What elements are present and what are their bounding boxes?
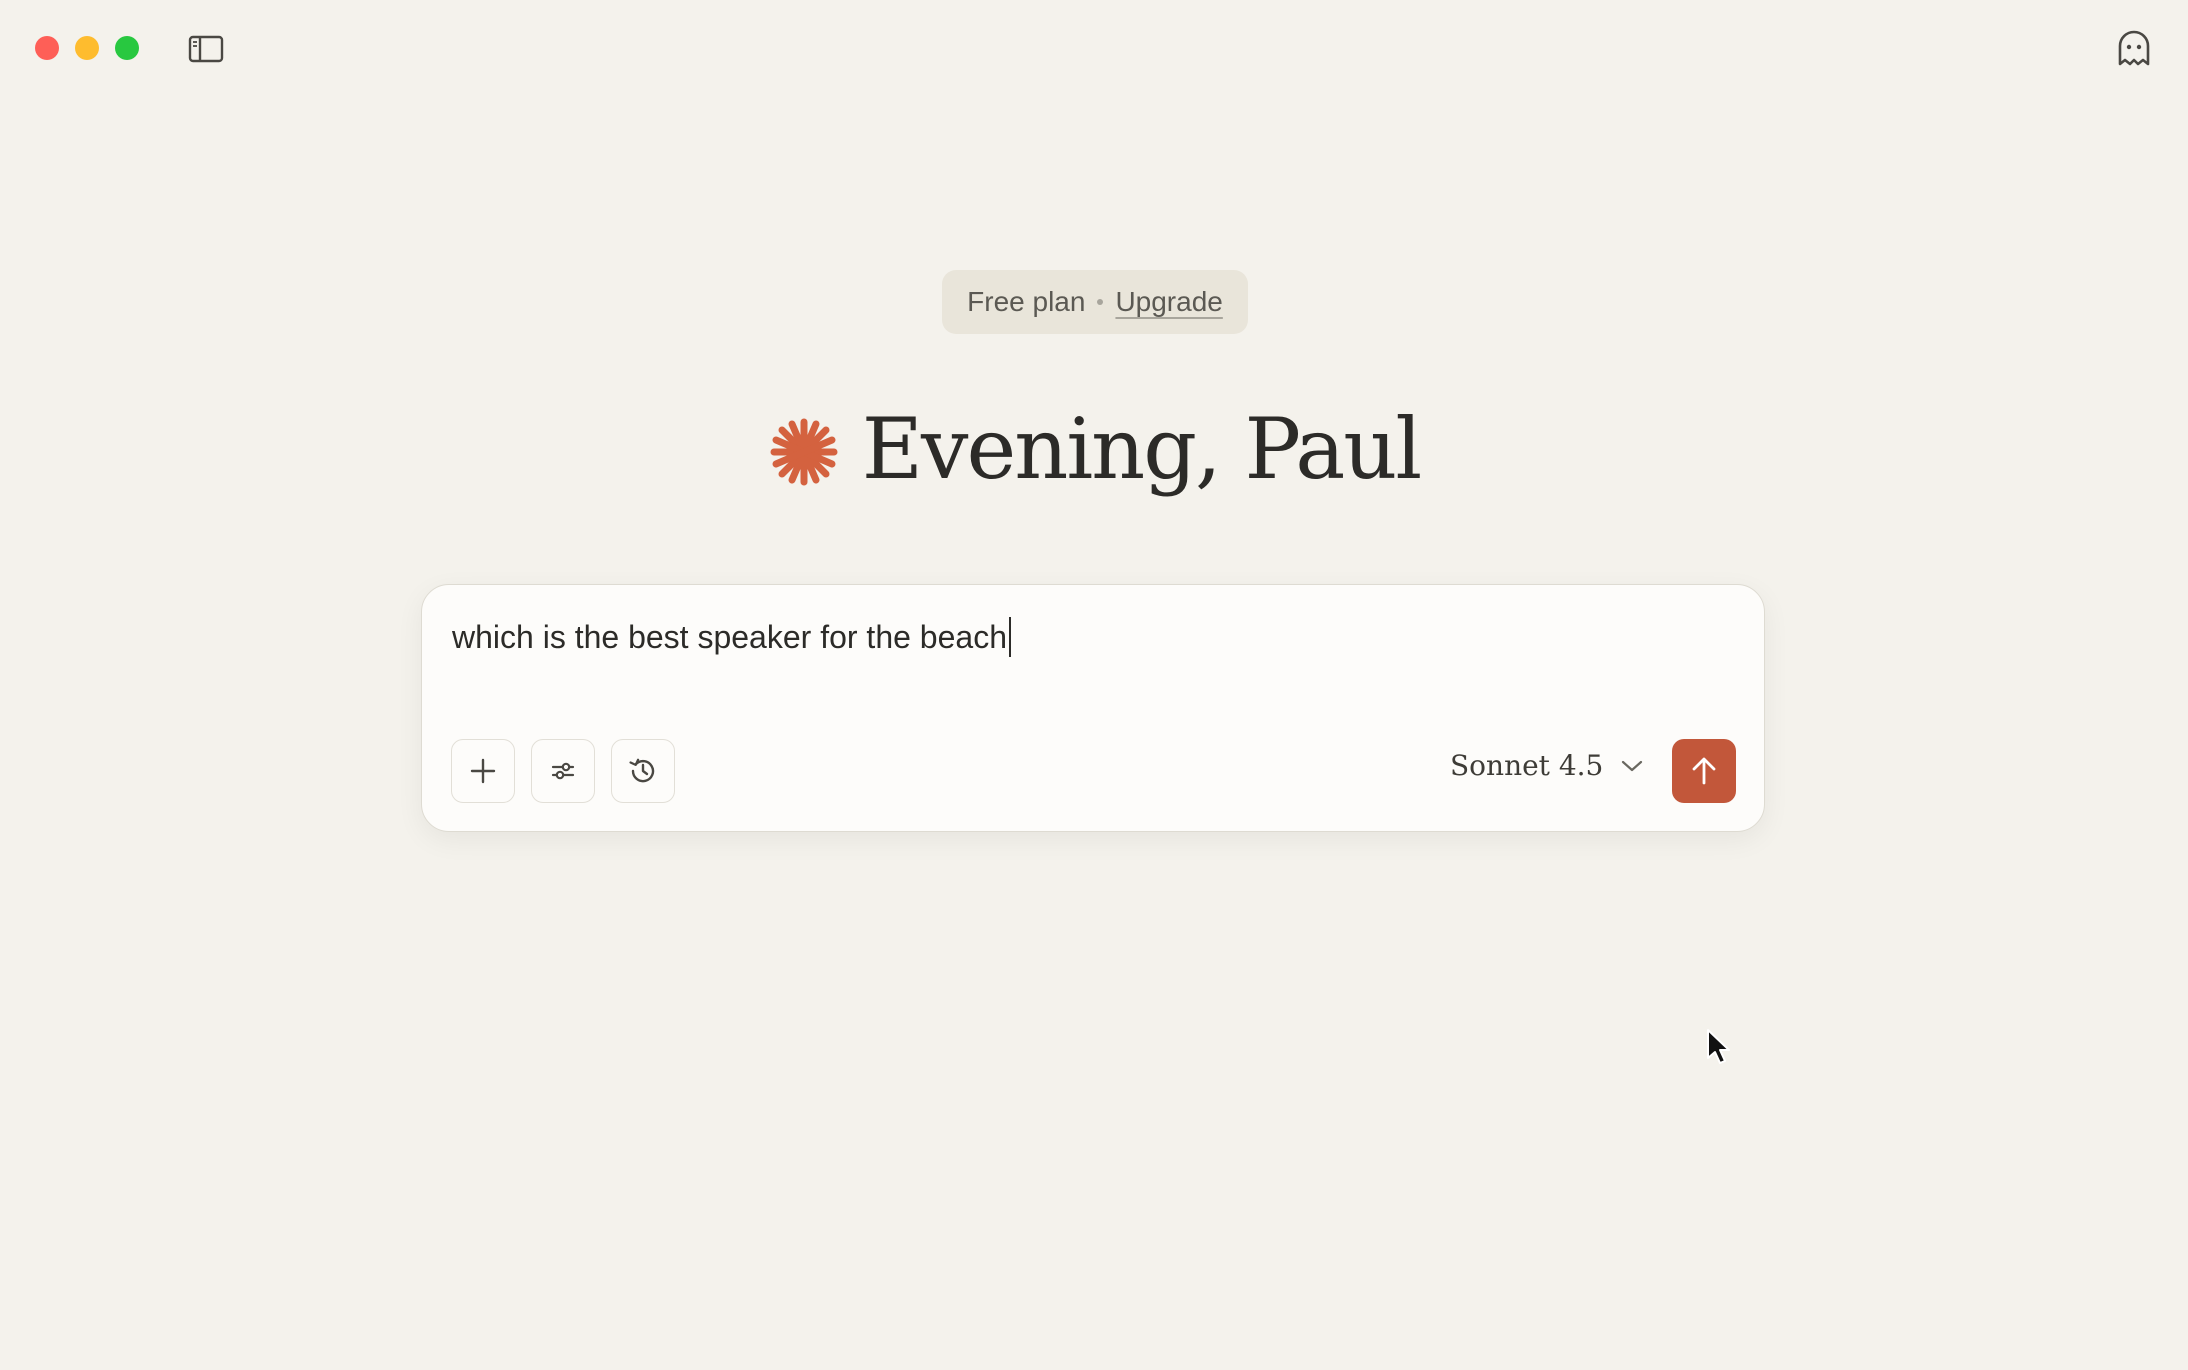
claude-star-icon: [770, 418, 838, 486]
window-controls: [35, 36, 139, 60]
settings-button[interactable]: [531, 739, 595, 803]
model-selector[interactable]: Sonnet 4.5: [1450, 749, 1643, 782]
maximize-window-button[interactable]: [115, 36, 139, 60]
minimize-window-button[interactable]: [75, 36, 99, 60]
message-composer: which is the best speaker for the beach: [421, 584, 1765, 832]
model-label: Sonnet 4.5: [1450, 749, 1604, 782]
sidebar-toggle-icon[interactable]: [188, 34, 224, 64]
plus-icon: [470, 758, 496, 784]
history-button[interactable]: [611, 739, 675, 803]
greeting: Evening, Paul: [0, 400, 2188, 498]
plan-badge: Free plan Upgrade: [942, 270, 1248, 334]
arrow-up-icon: [1692, 757, 1716, 785]
chevron-down-icon: [1622, 760, 1643, 771]
separator-dot: [1097, 299, 1104, 305]
clock-icon: [629, 758, 655, 783]
mouse-pointer-icon: [1707, 1029, 1730, 1064]
message-input-value: which is the best speaker for the beach: [452, 618, 1007, 655]
sliders-icon: [551, 762, 575, 780]
app-window: Free plan Upgrade Evening, Paul which is…: [0, 0, 2188, 1370]
message-input[interactable]: which is the best speaker for the beach: [452, 617, 1011, 657]
ghost-icon[interactable]: [2114, 28, 2154, 68]
close-window-button[interactable]: [35, 36, 59, 60]
send-button[interactable]: [1672, 739, 1736, 803]
text-caret: [1008, 617, 1011, 657]
greeting-title: Evening, Paul: [861, 400, 1423, 498]
add-button[interactable]: [451, 739, 515, 803]
plan-label: Free plan: [967, 286, 1086, 317]
upgrade-link[interactable]: Upgrade: [1115, 286, 1222, 318]
